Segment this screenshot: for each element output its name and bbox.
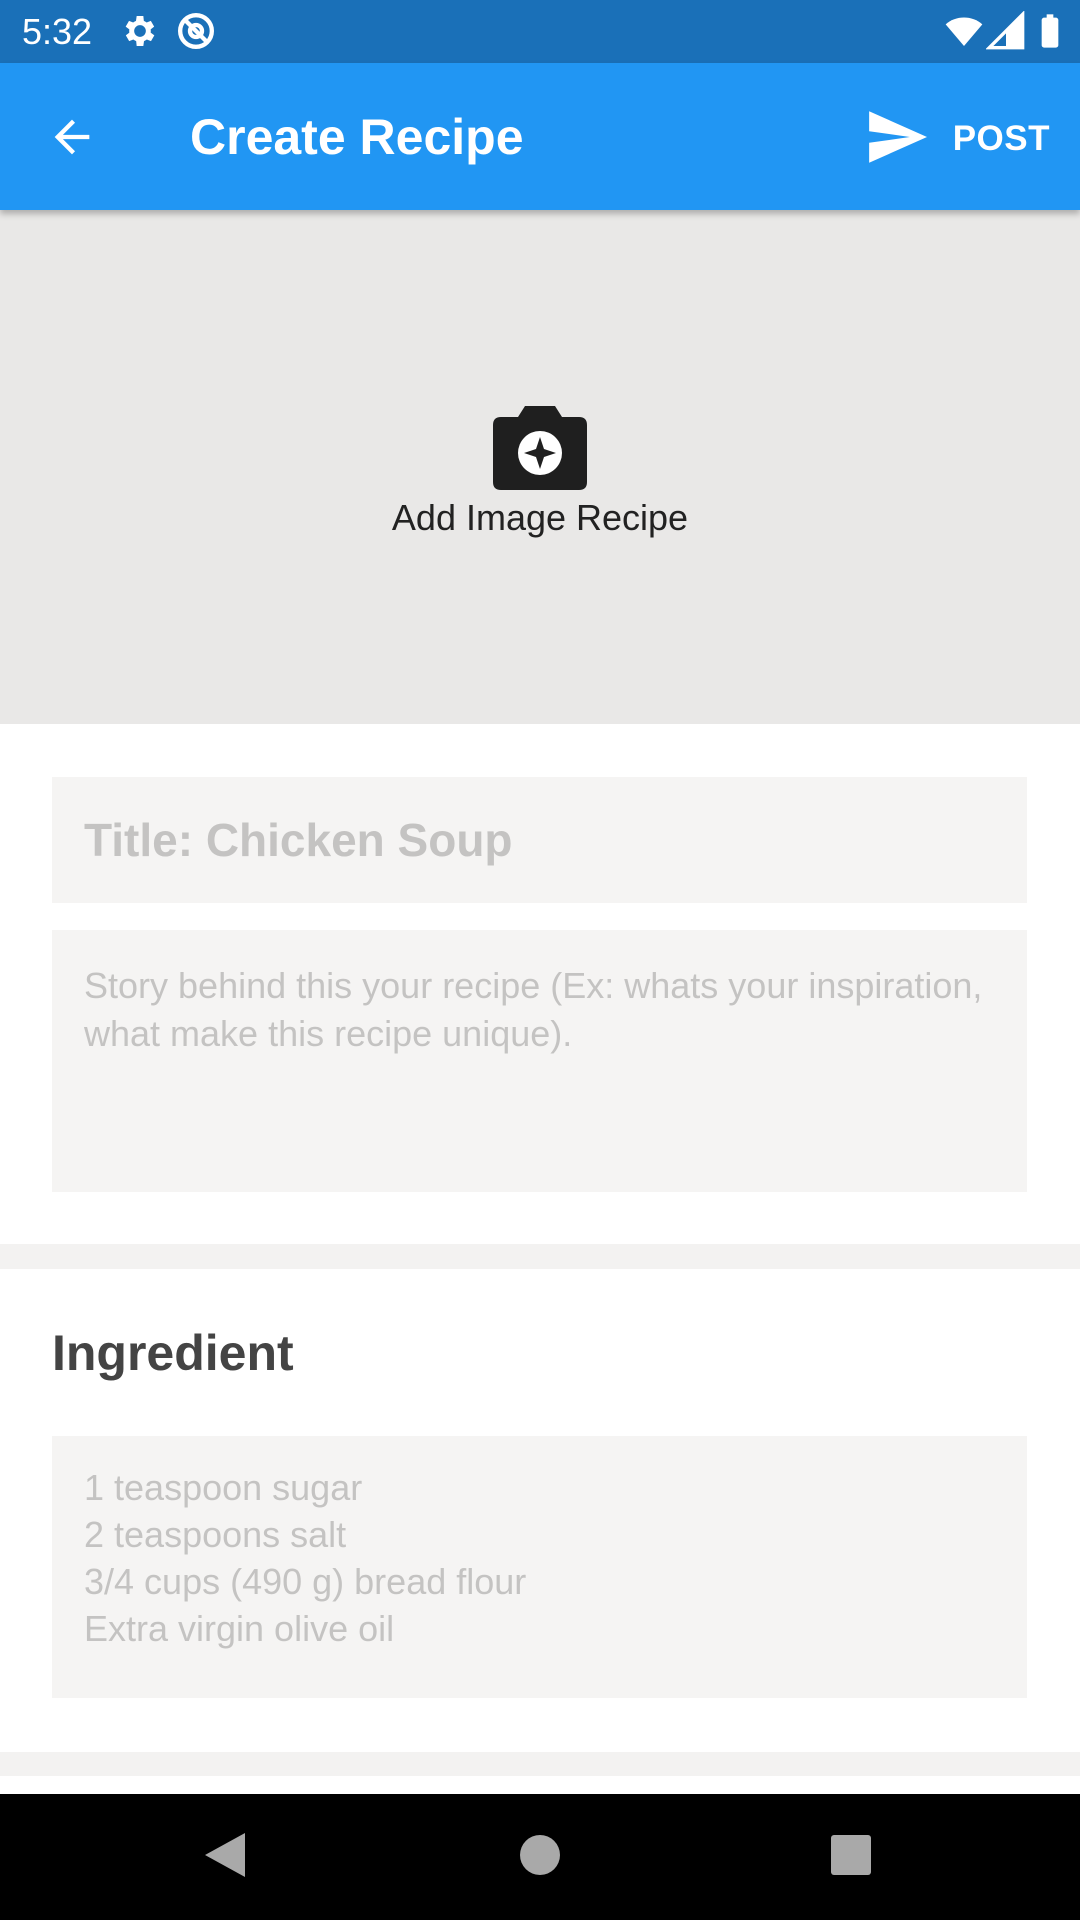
section-divider bbox=[0, 1244, 1080, 1269]
nav-home-button[interactable] bbox=[507, 1824, 573, 1890]
wifi-icon bbox=[944, 11, 984, 51]
battery-icon bbox=[1030, 11, 1070, 51]
story-textarea[interactable] bbox=[52, 930, 1027, 1192]
nav-recents-button[interactable] bbox=[818, 1824, 884, 1890]
back-triangle-icon bbox=[203, 1831, 247, 1884]
recents-square-icon bbox=[830, 1834, 872, 1881]
at-sign-icon bbox=[176, 11, 216, 51]
nav-back-button[interactable] bbox=[192, 1824, 258, 1890]
ingredient-section: Ingredient bbox=[0, 1269, 1080, 1752]
app-bar: Create Recipe POST bbox=[0, 63, 1080, 210]
post-label: POST bbox=[952, 119, 1050, 158]
title-input[interactable] bbox=[52, 777, 1027, 903]
system-nav-bar bbox=[0, 1794, 1080, 1920]
post-button[interactable]: POST bbox=[867, 103, 1050, 175]
add-image-area[interactable]: Add Image Recipe bbox=[0, 210, 1080, 724]
gear-icon bbox=[120, 11, 160, 51]
recipe-form bbox=[0, 724, 1080, 1244]
arrow-back-icon bbox=[46, 111, 98, 168]
ingredient-textarea[interactable] bbox=[52, 1436, 1027, 1698]
page-title: Create Recipe bbox=[190, 109, 524, 165]
home-circle-icon bbox=[519, 1834, 561, 1881]
status-bar: 5:32 bbox=[0, 0, 1080, 63]
add-image-label: Add Image Recipe bbox=[391, 497, 689, 538]
send-icon bbox=[867, 110, 927, 168]
back-button[interactable] bbox=[36, 103, 108, 175]
status-time: 5:32 bbox=[22, 11, 93, 52]
camera-icon bbox=[493, 406, 587, 490]
signal-icon bbox=[985, 10, 1026, 51]
ingredient-heading: Ingredient bbox=[52, 1325, 294, 1381]
section-divider bbox=[0, 1752, 1080, 1776]
